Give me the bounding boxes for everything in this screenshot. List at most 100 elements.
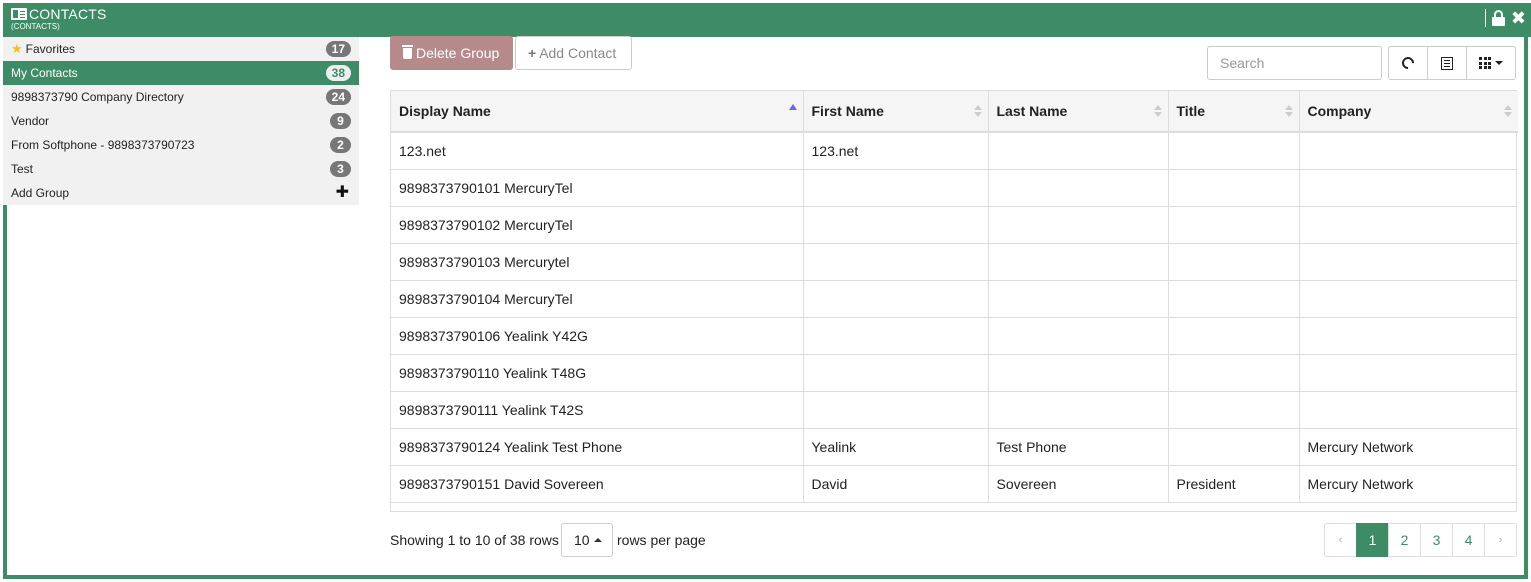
cell-company [1299, 132, 1518, 170]
table-tools [1388, 46, 1516, 80]
column-header-company[interactable]: Company [1299, 91, 1518, 133]
table-row[interactable]: 123.net 123.net [391, 132, 1518, 170]
refresh-button[interactable] [1388, 46, 1428, 80]
caret-down-icon [1495, 61, 1503, 65]
sidebar-item-vendor[interactable]: Vendor 9 [3, 109, 359, 133]
cell-first-name [803, 391, 989, 429]
column-header-last-name[interactable]: Last Name [988, 91, 1169, 133]
plus-icon: + [528, 45, 537, 61]
page-button-4[interactable]: 4 [1452, 523, 1485, 557]
page-size-dropdown[interactable]: 10 [561, 523, 613, 557]
sidebar-item-label: Favorites [25, 42, 76, 56]
count-badge: 2 [330, 137, 351, 153]
count-badge: 3 [330, 161, 351, 177]
cell-company [1299, 317, 1518, 355]
cell-first-name: 123.net [803, 132, 989, 170]
add-contact-button[interactable]: + Add Contact [515, 36, 632, 70]
cell-title [1168, 169, 1300, 207]
add-contact-label: Add Contact [539, 45, 617, 61]
table-row[interactable]: 9898373790106 Yealink Y42G [391, 317, 1518, 355]
cell-last-name [988, 391, 1169, 429]
cell-company: Mercury Network [1299, 428, 1518, 466]
cell-display-name: 123.net [391, 132, 804, 170]
cell-first-name [803, 206, 989, 244]
count-badge: 38 [325, 65, 351, 81]
cell-company [1299, 169, 1518, 207]
group-sidebar: ★ Favorites 17 My Contacts 38 9898373790 … [3, 37, 359, 205]
pagination: ‹ 1 2 3 4 › [1324, 523, 1517, 557]
cell-display-name: 9898373790110 Yealink T48G [391, 354, 804, 392]
caret-up-icon [594, 538, 602, 542]
cell-title [1168, 317, 1300, 355]
cell-title [1168, 243, 1300, 281]
column-label: Company [1307, 103, 1372, 119]
page-button-3[interactable]: 3 [1420, 523, 1453, 557]
table-row[interactable]: 9898373790151 David Sovereen David Soveree… [391, 465, 1518, 503]
grid-icon [1479, 57, 1491, 69]
contacts-table: Display Name First Name Last Name Title … [390, 90, 1518, 512]
column-header-first-name[interactable]: First Name [803, 91, 989, 133]
table-row[interactable]: 9898373790111 Yealink T42S [391, 391, 1518, 429]
toggle-view-button[interactable] [1427, 46, 1467, 80]
delete-group-button[interactable]: Delete Group [390, 36, 513, 70]
add-group-button[interactable]: Add Group ✚ [3, 181, 359, 205]
sidebar-item-label: From Softphone - 9898373790723 [11, 138, 195, 152]
table-row[interactable]: 9898373790102 MercuryTel [391, 206, 1518, 244]
refresh-icon [1399, 54, 1417, 72]
cell-first-name: David [803, 465, 989, 503]
sort-icon [1153, 105, 1162, 119]
cell-title [1168, 428, 1300, 466]
close-icon[interactable]: ✖ [1511, 9, 1526, 27]
cell-display-name: 9898373790101 MercuryTel [391, 169, 804, 207]
cell-last-name [988, 317, 1169, 355]
search-input[interactable] [1207, 46, 1382, 80]
window-subtitle: (CONTACTS) [11, 22, 60, 31]
table-row[interactable]: 9898373790110 Yealink T48G [391, 354, 1518, 392]
cell-title [1168, 354, 1300, 392]
cell-title [1168, 206, 1300, 244]
sidebar-item-company-directory[interactable]: 9898373790 Company Directory 24 [3, 85, 359, 109]
sidebar-item-from-softphone[interactable]: From Softphone - 9898373790723 2 [3, 133, 359, 157]
pagination-info: Showing 1 to 10 of 38 rows [390, 532, 559, 548]
sidebar-item-my-contacts[interactable]: My Contacts 38 [3, 61, 359, 85]
cell-first-name [803, 317, 989, 355]
prev-page-button[interactable]: ‹ [1324, 523, 1357, 557]
cell-display-name: 9898373790124 Yealink Test Phone [391, 428, 804, 466]
page-button-1[interactable]: 1 [1356, 523, 1389, 557]
page-button-2[interactable]: 2 [1388, 523, 1421, 557]
unlock-icon[interactable] [1491, 9, 1505, 27]
cell-last-name [988, 354, 1169, 392]
table-row[interactable]: 9898373790124 Yealink Test Phone Yealink T… [391, 428, 1518, 466]
cell-title [1168, 391, 1300, 429]
next-page-button[interactable]: › [1484, 523, 1517, 557]
sidebar-item-label: My Contacts [11, 66, 78, 80]
table-row[interactable]: 9898373790101 MercuryTel [391, 169, 1518, 207]
column-label: Last Name [996, 103, 1068, 119]
sort-icon [1504, 105, 1512, 119]
star-icon: ★ [11, 41, 23, 56]
table-row[interactable]: 9898373790104 MercuryTel [391, 280, 1518, 318]
count-badge: 24 [325, 89, 351, 105]
sidebar-item-test[interactable]: Test 3 [3, 157, 359, 181]
cell-title [1168, 132, 1300, 170]
window-title: CONTACTS [29, 6, 107, 22]
cell-last-name: Sovereen [988, 465, 1169, 503]
list-icon [1441, 56, 1453, 70]
cell-first-name [803, 354, 989, 392]
columns-button[interactable] [1466, 46, 1516, 80]
cell-first-name [803, 280, 989, 318]
cell-company: Mercury Network [1299, 465, 1518, 503]
table-row[interactable]: 9898373790103 Mercurytel [391, 243, 1518, 281]
column-label: First Name [811, 103, 884, 119]
cell-title: President [1168, 465, 1300, 503]
sidebar-item-favorites[interactable]: ★ Favorites 17 [3, 37, 359, 61]
sidebar-item-label: Test [11, 162, 34, 176]
column-header-title[interactable]: Title [1168, 91, 1300, 133]
column-header-display-name[interactable]: Display Name [391, 91, 804, 133]
cell-last-name [988, 169, 1169, 207]
divider [1484, 9, 1486, 27]
plus-icon: ✚ [335, 184, 349, 201]
sidebar-item-label: 9898373790 Company Directory [11, 90, 184, 104]
cell-company [1299, 206, 1518, 244]
column-label: Title [1176, 103, 1206, 119]
